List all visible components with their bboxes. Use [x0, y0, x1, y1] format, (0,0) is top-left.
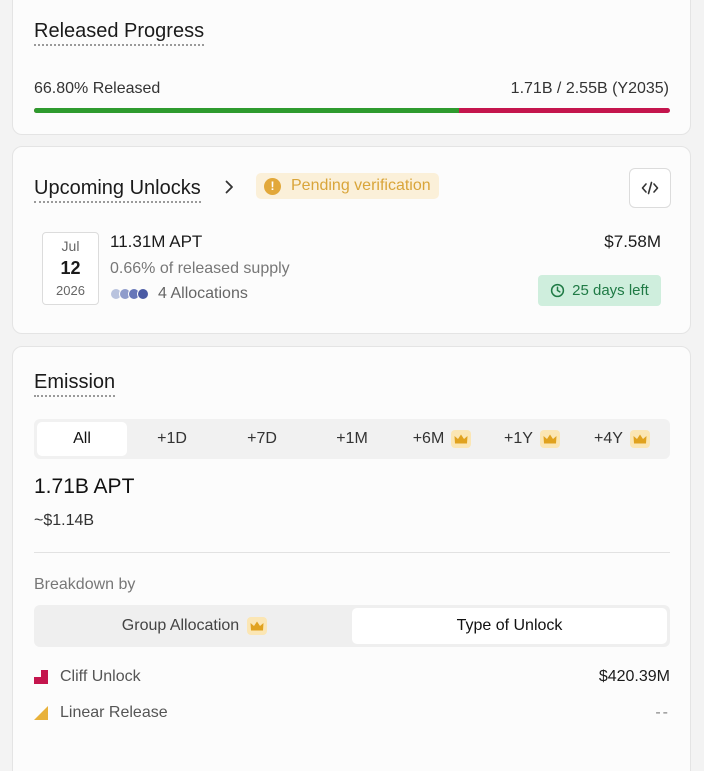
- cliff-unlock-label: Cliff Unlock: [60, 668, 141, 685]
- pending-verification-badge: ! Pending verification: [256, 173, 439, 199]
- emission-card: Emission All +1D +7D +1M +6M +1Y +4Y 1.7…: [12, 346, 691, 771]
- days-left-badge: 25 days left: [538, 275, 661, 306]
- tab-4y[interactable]: +4Y: [577, 422, 667, 456]
- tab-all[interactable]: All: [37, 422, 127, 456]
- emission-title[interactable]: Emission: [34, 370, 116, 397]
- legend-row-cliff-unlock: Cliff Unlock $420.39M: [34, 665, 670, 689]
- released-progress-card: Released Progress 66.80% Released 1.71B …: [12, 0, 691, 135]
- tab-1y[interactable]: +1Y: [487, 422, 577, 456]
- unlock-percent: 0.66% of released supply: [110, 260, 290, 277]
- cliff-unlock-icon: [34, 670, 48, 684]
- linear-release-label: Linear Release: [60, 704, 168, 721]
- crown-icon: [247, 617, 268, 635]
- emission-usd: ~$1.14B: [34, 512, 95, 529]
- unlock-day: 12: [60, 258, 81, 278]
- unlock-value: $7.58M: [604, 232, 661, 251]
- warning-icon: !: [264, 177, 281, 195]
- chevron-right-icon[interactable]: [221, 179, 237, 195]
- crown-icon: [539, 430, 560, 448]
- unlock-month: Jul: [61, 238, 80, 254]
- allocation-dots-icon: [110, 288, 152, 300]
- allocations-label: 4 Allocations: [158, 285, 248, 302]
- embed-code-button[interactable]: [629, 168, 671, 208]
- tab-type-of-unlock[interactable]: Type of Unlock: [352, 608, 667, 644]
- supply-label: 1.71B / 2.55B (Y2035): [510, 80, 669, 97]
- emission-range-tabs: All +1D +7D +1M +6M +1Y +4Y: [34, 419, 670, 459]
- legend-row-linear-release: Linear Release --: [34, 701, 670, 725]
- tab-6m[interactable]: +6M: [397, 422, 487, 456]
- upcoming-unlocks-card: Upcoming Unlocks ! Pending verification …: [12, 146, 691, 334]
- breakdown-label: Breakdown by: [34, 576, 136, 593]
- unlock-year: 2026: [56, 283, 85, 298]
- clock-icon: [550, 283, 565, 298]
- emission-amount: 1.71B APT: [34, 475, 135, 498]
- tab-group-allocation[interactable]: Group Allocation: [37, 608, 352, 644]
- code-icon: [641, 181, 659, 195]
- cliff-unlock-value: $420.39M: [598, 668, 670, 685]
- tab-7d[interactable]: +7D: [217, 422, 307, 456]
- linear-release-icon: [34, 706, 48, 720]
- linear-release-value: --: [655, 704, 670, 721]
- breakdown-tabs: Group Allocation Type of Unlock: [34, 605, 670, 647]
- released-progress-fill: [34, 108, 459, 113]
- allocations-row[interactable]: 4 Allocations: [110, 285, 248, 303]
- released-percent-label: 66.80% Released: [34, 80, 161, 97]
- tab-1m[interactable]: +1M: [307, 422, 397, 456]
- released-progress-title[interactable]: Released Progress: [34, 19, 205, 46]
- crown-icon: [451, 430, 472, 448]
- days-left-label: 25 days left: [572, 282, 649, 299]
- pending-verification-label: Pending verification: [291, 177, 431, 194]
- crown-icon: [629, 430, 650, 448]
- tab-1d[interactable]: +1D: [127, 422, 217, 456]
- unlock-amount: 11.31M APT: [110, 232, 203, 251]
- divider: [34, 552, 670, 553]
- unlock-date: Jul 12 2026: [42, 232, 99, 305]
- upcoming-unlocks-title[interactable]: Upcoming Unlocks: [34, 176, 201, 203]
- released-progress-bar: [34, 108, 670, 113]
